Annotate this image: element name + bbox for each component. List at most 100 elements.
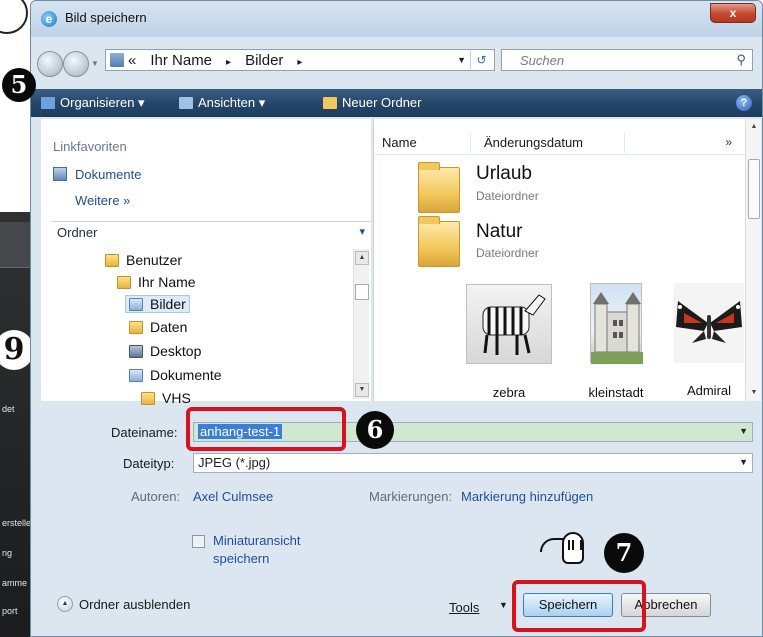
folder-icon xyxy=(117,276,131,289)
favorite-documents[interactable]: Dokumente xyxy=(53,167,141,182)
folder-natur-type: Dateiordner xyxy=(476,246,539,260)
breadcrumb: « Ihr Name ▸ Bilder ▸ xyxy=(128,52,316,69)
back-button[interactable] xyxy=(37,51,63,77)
zebra-label[interactable]: zebra xyxy=(466,385,552,400)
step-5-badge: 5 xyxy=(2,68,36,102)
castle-thumbnail[interactable] xyxy=(590,283,643,364)
tree-item-dokumente[interactable]: Dokumente xyxy=(129,367,222,383)
butterfly-thumbnail[interactable] xyxy=(674,283,744,363)
breadcrumb-overflow[interactable]: « xyxy=(128,52,136,69)
views-menu[interactable]: Ansichten ▾ xyxy=(179,95,265,111)
zebra-thumbnail[interactable] xyxy=(466,284,552,364)
pictures-folder-icon xyxy=(129,298,143,311)
new-folder-button[interactable]: Neuer Ordner xyxy=(323,95,421,110)
folder-natur-name[interactable]: Natur xyxy=(476,221,522,243)
more-columns-button[interactable]: » xyxy=(725,135,732,149)
forward-button[interactable] xyxy=(63,51,89,77)
folder-urlaub-icon[interactable] xyxy=(418,162,460,213)
save-highlight xyxy=(512,580,646,632)
save-form: Dateiname: anhang-test-1 ▼ Dateityp: JPE… xyxy=(31,405,762,636)
chevron-up-icon[interactable]: ▲ xyxy=(57,596,73,612)
filetype-value: JPEG (*.jpg) xyxy=(198,455,271,470)
search-placeholder: Suchen xyxy=(520,53,565,68)
file-scrollbar[interactable]: ▲ ▼ xyxy=(745,119,761,401)
breadcrumb-ihr-name[interactable]: Ihr Name xyxy=(150,52,212,69)
folder-icon xyxy=(105,254,119,267)
authors-label: Autoren: xyxy=(131,489,181,504)
breadcrumb-bilder[interactable]: Bilder xyxy=(245,52,283,69)
folder-icon xyxy=(141,392,155,405)
document-icon xyxy=(53,167,67,181)
search-icon[interactable]: ⚲ xyxy=(736,52,746,68)
tree-item-ihr-name[interactable]: Ihr Name xyxy=(117,274,196,290)
filename-label: Dateiname: xyxy=(111,425,178,440)
search-input[interactable]: Suchen ⚲ xyxy=(501,49,753,71)
scroll-up-icon[interactable]: ▲ xyxy=(355,251,369,265)
navigation-pane: Linkfavoriten Dokumente Weitere » Ordner… xyxy=(41,119,371,406)
command-toolbar: Organisieren ▾ Ansichten ▾ Neuer Ordner … xyxy=(31,89,762,117)
desktop-folder-icon xyxy=(129,345,143,358)
title-bar: e Bild speichern x xyxy=(31,1,762,37)
favorites-heading: Linkfavoriten xyxy=(53,139,127,154)
hide-folders-button[interactable]: Ordner ausblenden xyxy=(79,597,190,612)
filename-highlight xyxy=(186,407,346,451)
thumbnail-label-2[interactable]: speichern xyxy=(213,551,269,566)
folder-icon xyxy=(129,321,143,334)
tree-scrollbar[interactable]: ▲ ▼ xyxy=(353,249,369,399)
scroll-down-icon[interactable]: ▼ xyxy=(747,386,761,400)
folder-icon xyxy=(110,53,124,67)
filetype-select[interactable]: JPEG (*.jpg) ▼ xyxy=(193,453,753,473)
breadcrumb-separator-icon[interactable]: ▸ xyxy=(226,57,231,68)
column-name[interactable]: Name xyxy=(382,135,417,150)
chevron-down-icon: ▾ xyxy=(359,226,365,238)
chevron-down-icon[interactable]: ▼ xyxy=(739,426,748,436)
views-icon xyxy=(179,97,193,109)
tree-item-desktop[interactable]: Desktop xyxy=(129,343,201,359)
scroll-thumb[interactable] xyxy=(748,159,760,219)
step-7-badge: 7 xyxy=(604,533,644,573)
folders-heading[interactable]: Ordner ▾ xyxy=(51,221,371,241)
thumbnail-checkbox[interactable] xyxy=(192,535,205,548)
folder-urlaub-type: Dateiordner xyxy=(476,189,539,203)
file-list: Name Änderungsdatum » Urlaub Dateiordner… xyxy=(373,119,761,401)
step-6-badge: 6 xyxy=(356,411,394,449)
dialog-title: Bild speichern xyxy=(65,10,147,25)
help-icon[interactable]: ? xyxy=(736,95,752,111)
new-folder-icon xyxy=(323,97,337,109)
tags-value[interactable]: Markierung hinzufügen xyxy=(461,489,593,504)
scroll-thumb[interactable] xyxy=(355,284,369,300)
close-button[interactable]: x xyxy=(710,3,756,23)
organize-menu[interactable]: Organisieren ▾ xyxy=(41,95,145,111)
breadcrumb-separator-icon[interactable]: ▸ xyxy=(297,57,302,68)
tools-menu[interactable]: Tools xyxy=(449,600,479,615)
mouse-icon xyxy=(562,532,584,564)
admiral-label[interactable]: Admiral xyxy=(674,383,744,398)
documents-folder-icon xyxy=(129,369,143,382)
chevron-down-icon[interactable]: ▼ xyxy=(499,600,508,610)
tree-item-vhs[interactable]: VHS xyxy=(141,390,191,406)
favorites-more-link[interactable]: Weitere » xyxy=(75,193,130,208)
address-row: ▼ « Ihr Name ▸ Bilder ▸ ▼ ↺ Suchen ⚲ xyxy=(31,39,762,87)
address-dropdown-icon[interactable]: ▼ xyxy=(457,55,466,65)
tree-item-bilder[interactable]: Bilder xyxy=(125,295,190,313)
refresh-button[interactable]: ↺ xyxy=(470,51,492,69)
column-headers: Name Änderungsdatum » xyxy=(374,131,746,155)
scroll-down-icon[interactable]: ▼ xyxy=(355,383,369,397)
thumbnail-label-1[interactable]: Miniaturansicht xyxy=(213,533,300,548)
kleinstadt-label[interactable]: kleinstadt xyxy=(574,385,658,400)
tags-label: Markierungen: xyxy=(369,489,453,504)
address-bar[interactable]: « Ihr Name ▸ Bilder ▸ ▼ ↺ xyxy=(105,49,495,71)
folder-natur-icon[interactable] xyxy=(418,216,460,267)
column-modified[interactable]: Änderungsdatum xyxy=(484,135,583,150)
tree-item-benutzer[interactable]: Benutzer xyxy=(105,252,182,268)
folder-urlaub-name[interactable]: Urlaub xyxy=(476,163,532,185)
chevron-down-icon[interactable]: ▼ xyxy=(739,457,748,467)
save-dialog: e Bild speichern x ▼ « Ihr Name ▸ Bilder ▸ ▼… xyxy=(30,0,763,637)
organize-icon xyxy=(41,97,55,109)
tree-item-daten[interactable]: Daten xyxy=(129,319,187,335)
internet-explorer-icon: e xyxy=(41,11,57,27)
history-dropdown-icon[interactable]: ▼ xyxy=(91,59,99,68)
scroll-up-icon[interactable]: ▲ xyxy=(747,120,761,134)
authors-value[interactable]: Axel Culmsee xyxy=(193,489,273,504)
filetype-label: Dateityp: xyxy=(123,456,175,471)
